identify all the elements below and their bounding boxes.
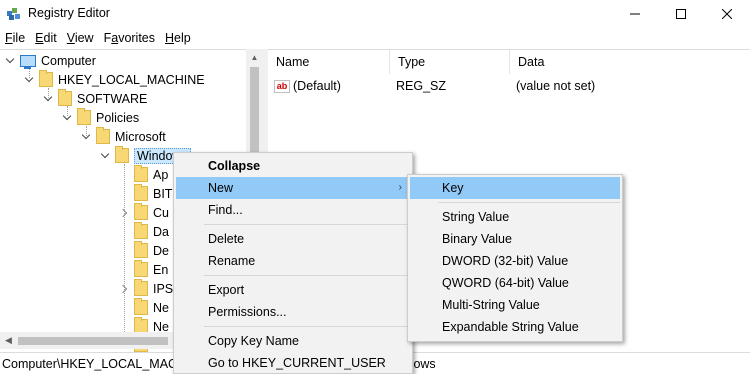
registry-editor-window: Registry Editor File Edit View Favorites… — [0, 0, 750, 374]
submenu-item-key[interactable]: Key — [410, 177, 620, 199]
tree-node-child[interactable]: De — [120, 241, 169, 260]
chevron-right-icon[interactable] — [120, 208, 130, 218]
tree-node-child[interactable]: IPS — [120, 279, 173, 298]
tree-node-child[interactable]: En — [120, 260, 168, 279]
menu-separator — [204, 326, 410, 327]
chevron-down-icon[interactable] — [25, 75, 35, 85]
tree-node-microsoft[interactable]: Microsoft — [82, 127, 166, 146]
menu-separator — [204, 224, 410, 225]
submenu-item-dword-value[interactable]: DWORD (32-bit) Value — [410, 250, 620, 272]
menu-item-collapse[interactable]: Collapse — [176, 155, 410, 177]
tree-node-policies[interactable]: Policies — [63, 108, 139, 127]
scroll-up-icon[interactable]: ▲ — [246, 49, 263, 66]
menu-item-find[interactable]: Find... — [176, 199, 410, 221]
tree-node-child[interactable]: Cu — [120, 203, 169, 222]
folder-icon — [96, 127, 110, 144]
submenu-item-multi-string-value[interactable]: Multi-String Value — [410, 294, 620, 316]
string-value-icon: ab — [274, 79, 290, 93]
menu-separator — [438, 202, 620, 203]
menu-item-copy-key-name[interactable]: Copy Key Name — [176, 330, 410, 352]
folder-icon — [134, 241, 148, 258]
menu-edit[interactable]: Edit — [30, 29, 62, 49]
submenu-item-expandable-string-value[interactable]: Expandable String Value — [410, 316, 620, 338]
tree-node-child[interactable]: Da — [120, 222, 169, 241]
chevron-down-icon[interactable] — [44, 94, 54, 104]
window-title: Registry Editor — [28, 6, 110, 20]
folder-icon — [134, 184, 148, 201]
chevron-down-icon[interactable] — [63, 113, 73, 123]
menu-item-goto-hkcu[interactable]: Go to HKEY_CURRENT_USER — [176, 352, 410, 374]
new-submenu: Key String Value Binary Value DWORD (32-… — [407, 174, 623, 342]
folder-icon — [134, 260, 148, 277]
chevron-right-icon[interactable] — [120, 284, 130, 294]
tree-node-child[interactable]: Ap — [120, 165, 168, 184]
menu-favorites[interactable]: Favorites — [99, 29, 160, 49]
close-icon — [722, 9, 732, 19]
menu-item-rename[interactable]: Rename — [176, 250, 410, 272]
tree-node-computer[interactable]: Computer — [6, 51, 96, 70]
maximize-button[interactable] — [658, 0, 704, 28]
chevron-down-icon[interactable] — [101, 151, 111, 161]
chevron-down-icon[interactable] — [82, 132, 92, 142]
menu-item-delete[interactable]: Delete — [176, 228, 410, 250]
column-header-name[interactable]: Name — [268, 50, 390, 74]
value-type: REG_SZ — [396, 79, 447, 93]
minimize-button[interactable] — [612, 0, 658, 28]
submenu-item-string-value[interactable]: String Value — [410, 206, 620, 228]
context-menu: Collapse New › Find... Delete Rename Exp… — [173, 152, 413, 374]
folder-icon — [134, 203, 148, 220]
column-header-data[interactable]: Data — [510, 50, 750, 74]
chevron-down-icon[interactable] — [6, 56, 16, 66]
menu-view[interactable]: View — [62, 29, 99, 49]
column-header-type[interactable]: Type — [390, 50, 510, 74]
folder-icon — [77, 108, 91, 125]
folder-icon — [39, 70, 53, 87]
title-bar: Registry Editor — [0, 0, 750, 28]
folder-icon — [134, 279, 148, 296]
menu-item-export[interactable]: Export — [176, 279, 410, 301]
folder-icon — [134, 222, 148, 239]
menu-help[interactable]: Help — [160, 29, 196, 49]
tree-node-child[interactable]: Ne — [120, 298, 169, 317]
menu-item-new[interactable]: New › — [176, 177, 410, 199]
menu-bar: File Edit View Favorites Help — [0, 29, 750, 49]
folder-icon — [134, 298, 148, 315]
menu-item-permissions[interactable]: Permissions... — [176, 301, 410, 323]
tree-node-hklm[interactable]: HKEY_LOCAL_MACHINE — [25, 70, 205, 89]
tree-node-software[interactable]: SOFTWARE — [44, 89, 147, 108]
tree-node-child[interactable]: BIT — [120, 184, 172, 203]
computer-icon — [20, 54, 36, 69]
submenu-item-qword-value[interactable]: QWORD (64-bit) Value — [410, 272, 620, 294]
submenu-arrow-icon: › — [398, 182, 402, 193]
value-data: (value not set) — [516, 79, 596, 93]
scroll-left-icon[interactable]: ◀ — [0, 332, 17, 349]
value-name[interactable]: ab (Default) — [274, 76, 341, 96]
folder-icon — [115, 146, 129, 163]
folder-icon — [58, 89, 72, 106]
menu-separator — [204, 275, 410, 276]
close-button[interactable] — [704, 0, 750, 28]
folder-icon — [134, 165, 148, 182]
registry-editor-icon — [7, 8, 20, 20]
submenu-item-binary-value[interactable]: Binary Value — [410, 228, 620, 250]
scroll-thumb[interactable] — [18, 337, 168, 345]
minimize-icon — [630, 13, 640, 15]
menu-file[interactable]: File — [0, 29, 30, 49]
maximize-icon — [676, 9, 686, 19]
